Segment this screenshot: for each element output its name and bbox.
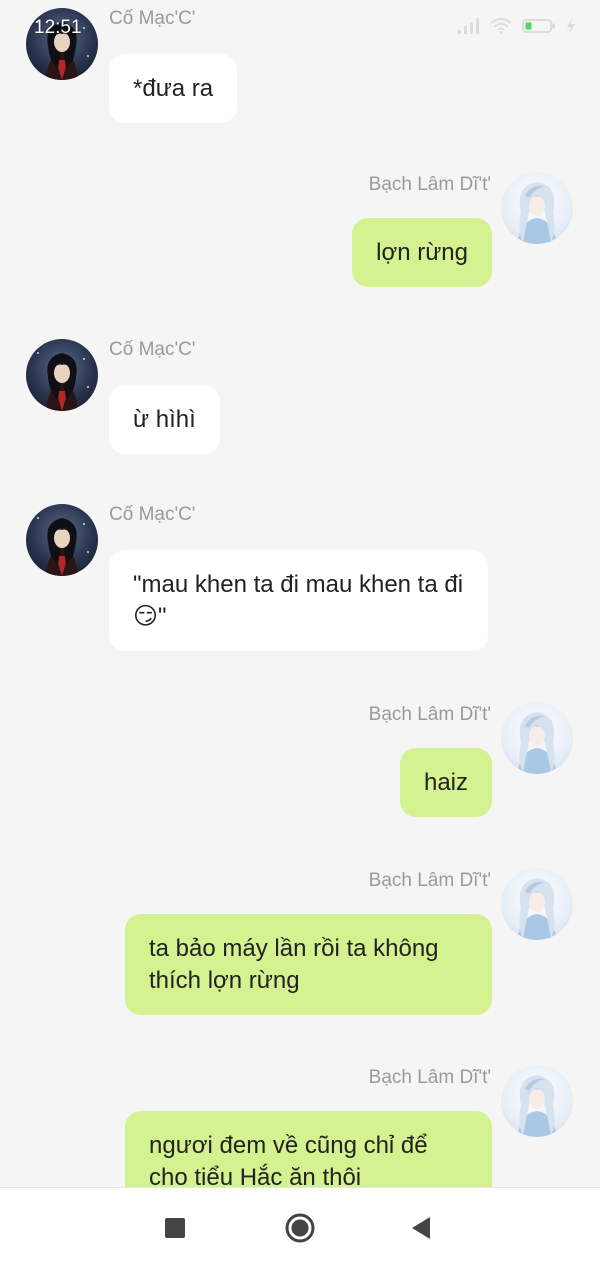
message-bubble[interactable]: "mau khen ta đi mau khen ta đi 😏" (109, 550, 488, 651)
recents-button[interactable] (159, 1212, 191, 1244)
status-bar-icons (458, 18, 576, 34)
white-haired-character-avatar-icon (501, 868, 573, 940)
chat-message-list[interactable]: Cố Mạc'C' *đưa ra Bạch Lâm Dĩ't' lợn rừn… (0, 0, 600, 1187)
sender-avatar[interactable] (26, 504, 98, 576)
message-bubble[interactable]: ừ hìhì (109, 385, 220, 454)
back-button[interactable] (405, 1212, 437, 1244)
white-haired-character-avatar-icon (501, 172, 573, 244)
system-navigation-bar (0, 1187, 600, 1267)
message-bubble[interactable]: *đưa ra (109, 54, 238, 123)
message-bubble[interactable]: ngươi đem về cũng chỉ để cho tiểu Hắc ăn… (125, 1111, 492, 1187)
sender-name: Cố Mạc'C' (109, 8, 196, 29)
white-haired-character-avatar-icon (501, 702, 573, 774)
dark-haired-character-avatar-icon (26, 504, 98, 576)
sender-name: Cố Mạc'C' (109, 504, 196, 525)
message-bubble[interactable]: haiz (399, 748, 492, 817)
sender-avatar[interactable] (501, 702, 573, 774)
sender-avatar[interactable] (501, 1065, 573, 1137)
charging-icon (567, 18, 575, 34)
white-haired-character-avatar-icon (501, 1065, 573, 1137)
home-circle-icon (285, 1213, 315, 1243)
home-button[interactable] (284, 1212, 316, 1244)
sender-name: Cố Mạc'C' (109, 339, 196, 360)
status-bar-time: 12:51 (34, 17, 82, 38)
sender-avatar[interactable] (501, 868, 573, 940)
sender-name: Bạch Lâm Dĩ't' (368, 174, 491, 195)
sender-name: Bạch Lâm Dĩ't' (368, 870, 491, 891)
recents-square-icon (165, 1218, 185, 1238)
sender-avatar[interactable] (501, 172, 573, 244)
sender-name: Bạch Lâm Dĩ't' (368, 704, 491, 725)
signal-icon (458, 18, 479, 34)
back-triangle-icon (412, 1217, 430, 1239)
sender-avatar[interactable] (26, 339, 98, 411)
message-bubble[interactable]: ta bảo máy lần rồi ta không thích lợn rừ… (125, 914, 492, 1015)
dark-haired-character-avatar-icon (26, 339, 98, 411)
battery-icon (522, 19, 555, 33)
message-bubble[interactable]: lợn rừng (352, 218, 492, 287)
wifi-icon (490, 18, 512, 34)
sender-name: Bạch Lâm Dĩ't' (368, 1067, 491, 1088)
